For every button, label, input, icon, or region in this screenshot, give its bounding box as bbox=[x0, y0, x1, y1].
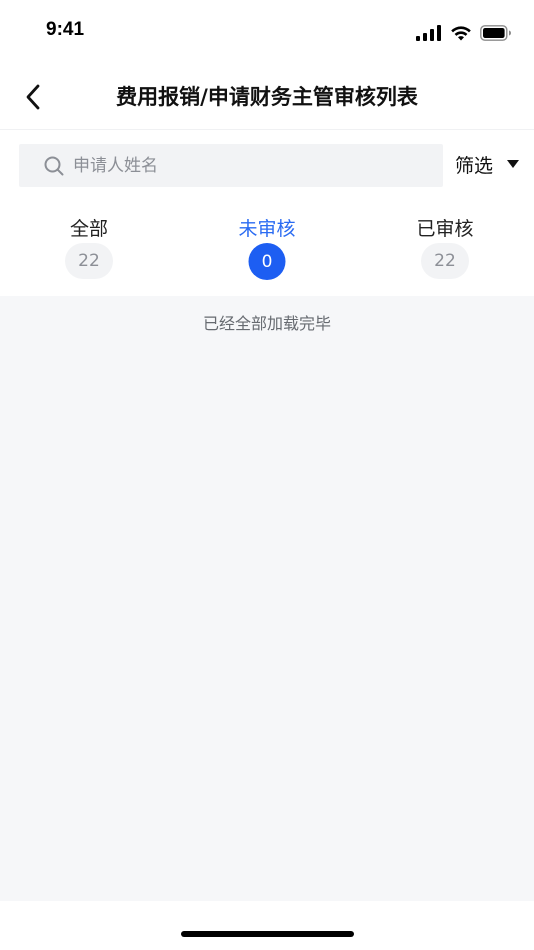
tab-all[interactable]: 全部 22 bbox=[29, 203, 149, 293]
status-tabs: 全部 22 未审核 0 已审核 22 bbox=[0, 203, 534, 295]
load-complete-text: 已经全部加载完毕 bbox=[202, 314, 331, 333]
filter-button[interactable]: 筛选 bbox=[455, 149, 520, 179]
tab-label: 全部 bbox=[69, 218, 108, 240]
tab-count-badge: 22 bbox=[421, 243, 469, 279]
screen: 9:41 费用报销/申请财务主管审核列表 申请人姓名 筛选 全部 22 未审核 … bbox=[0, 0, 534, 950]
home-indicator[interactable] bbox=[181, 931, 354, 937]
tab-unreviewed[interactable]: 未审核 0 bbox=[207, 203, 327, 293]
page-title: 费用报销/申请财务主管审核列表 bbox=[116, 85, 418, 109]
search-row: 筛选 bbox=[0, 131, 534, 201]
tab-label: 未审核 bbox=[238, 218, 296, 240]
status-time: 9:41 bbox=[46, 19, 85, 40]
tab-label: 已审核 bbox=[416, 218, 474, 240]
search-box[interactable] bbox=[19, 144, 443, 187]
filter-label: 筛选 bbox=[455, 154, 494, 177]
status-icons bbox=[416, 23, 512, 43]
tab-count-badge: 22 bbox=[65, 243, 113, 279]
home-area bbox=[0, 901, 534, 950]
nav-bar: 费用报销/申请财务主管审核列表 bbox=[0, 64, 534, 130]
status-bar: 9:41 bbox=[0, 0, 534, 64]
search-input[interactable] bbox=[73, 144, 433, 187]
cellular-signal-icon bbox=[416, 25, 441, 41]
tab-reviewed[interactable]: 已审核 22 bbox=[385, 203, 505, 293]
caret-down-icon bbox=[507, 160, 520, 168]
battery-icon bbox=[480, 25, 511, 41]
list-content[interactable]: 已经全部加载完毕 bbox=[0, 296, 534, 901]
wifi-icon bbox=[451, 26, 471, 41]
search-icon bbox=[44, 156, 64, 176]
tab-count-badge: 0 bbox=[248, 243, 286, 280]
